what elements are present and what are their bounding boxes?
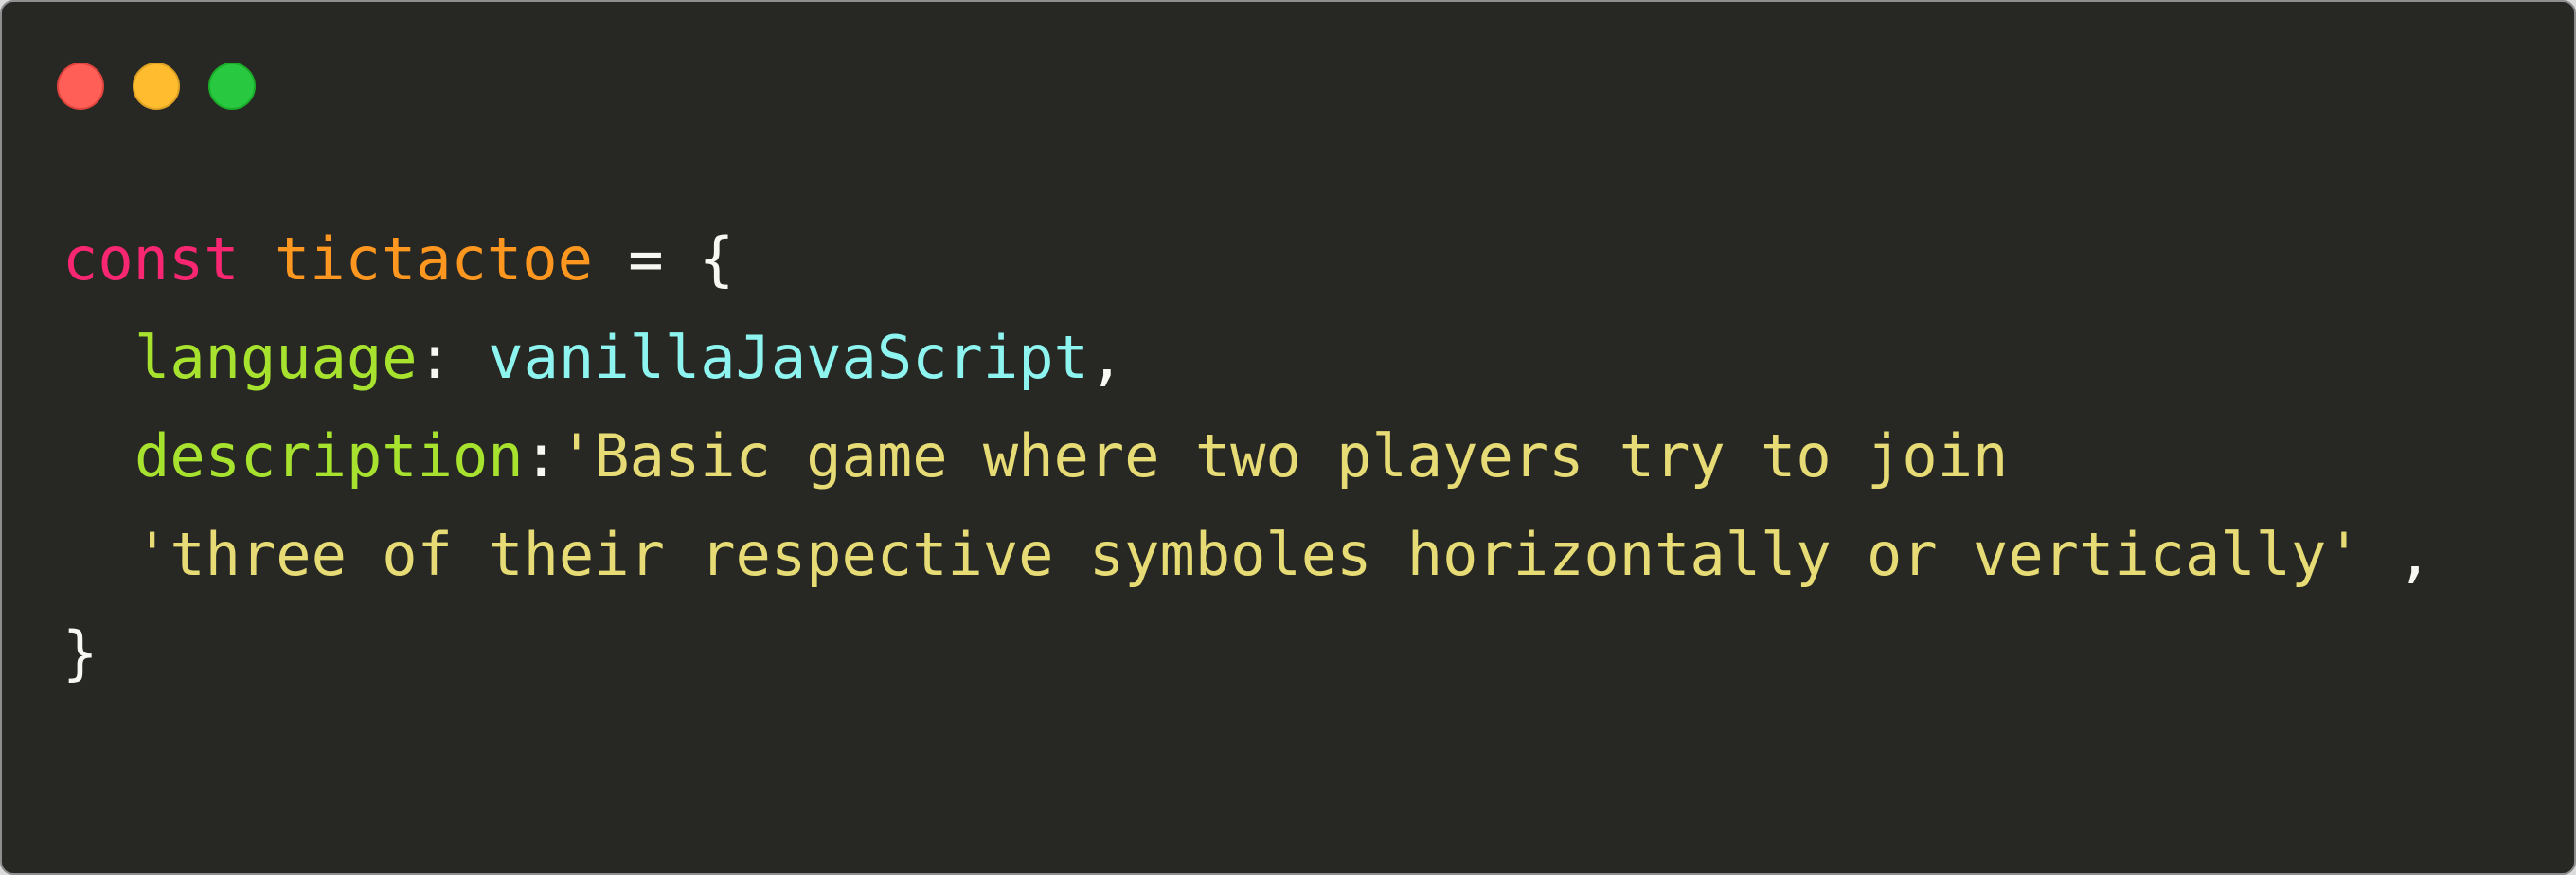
close-button[interactable]	[57, 62, 104, 110]
code-block: const tictactoe = {language: vanillaJava…	[63, 210, 2432, 703]
value-language: vanillaJavaScript	[488, 323, 1089, 392]
colon: :	[417, 323, 489, 392]
colon: :	[523, 421, 559, 491]
property-language: language	[134, 323, 418, 392]
close-brace: }	[63, 618, 98, 688]
variable-name: tictactoe	[274, 224, 593, 294]
code-line-4: 'three of their respective symboles hori…	[63, 506, 2432, 604]
maximize-button[interactable]	[208, 62, 256, 110]
minimize-button[interactable]	[133, 62, 180, 110]
comma: ,	[2361, 520, 2433, 589]
code-window: const tictactoe = {language: vanillaJava…	[0, 0, 2576, 875]
comma: ,	[1088, 323, 1125, 392]
code-line-5: }	[63, 604, 2432, 703]
string-description-part-1: 'Basic game where two players try to joi…	[558, 421, 2009, 491]
property-description: description	[134, 421, 524, 491]
keyword-const: const	[63, 224, 240, 294]
open-brace: {	[698, 224, 735, 294]
code-line-3: description:'Basic game where two player…	[63, 407, 2432, 506]
assignment-operator: =	[592, 224, 699, 294]
code-line-2: language: vanillaJavaScript,	[63, 309, 2432, 407]
code-line-1: const tictactoe = {	[63, 210, 2432, 309]
string-description-part-2: 'three of their respective symboles hori…	[134, 520, 2362, 589]
